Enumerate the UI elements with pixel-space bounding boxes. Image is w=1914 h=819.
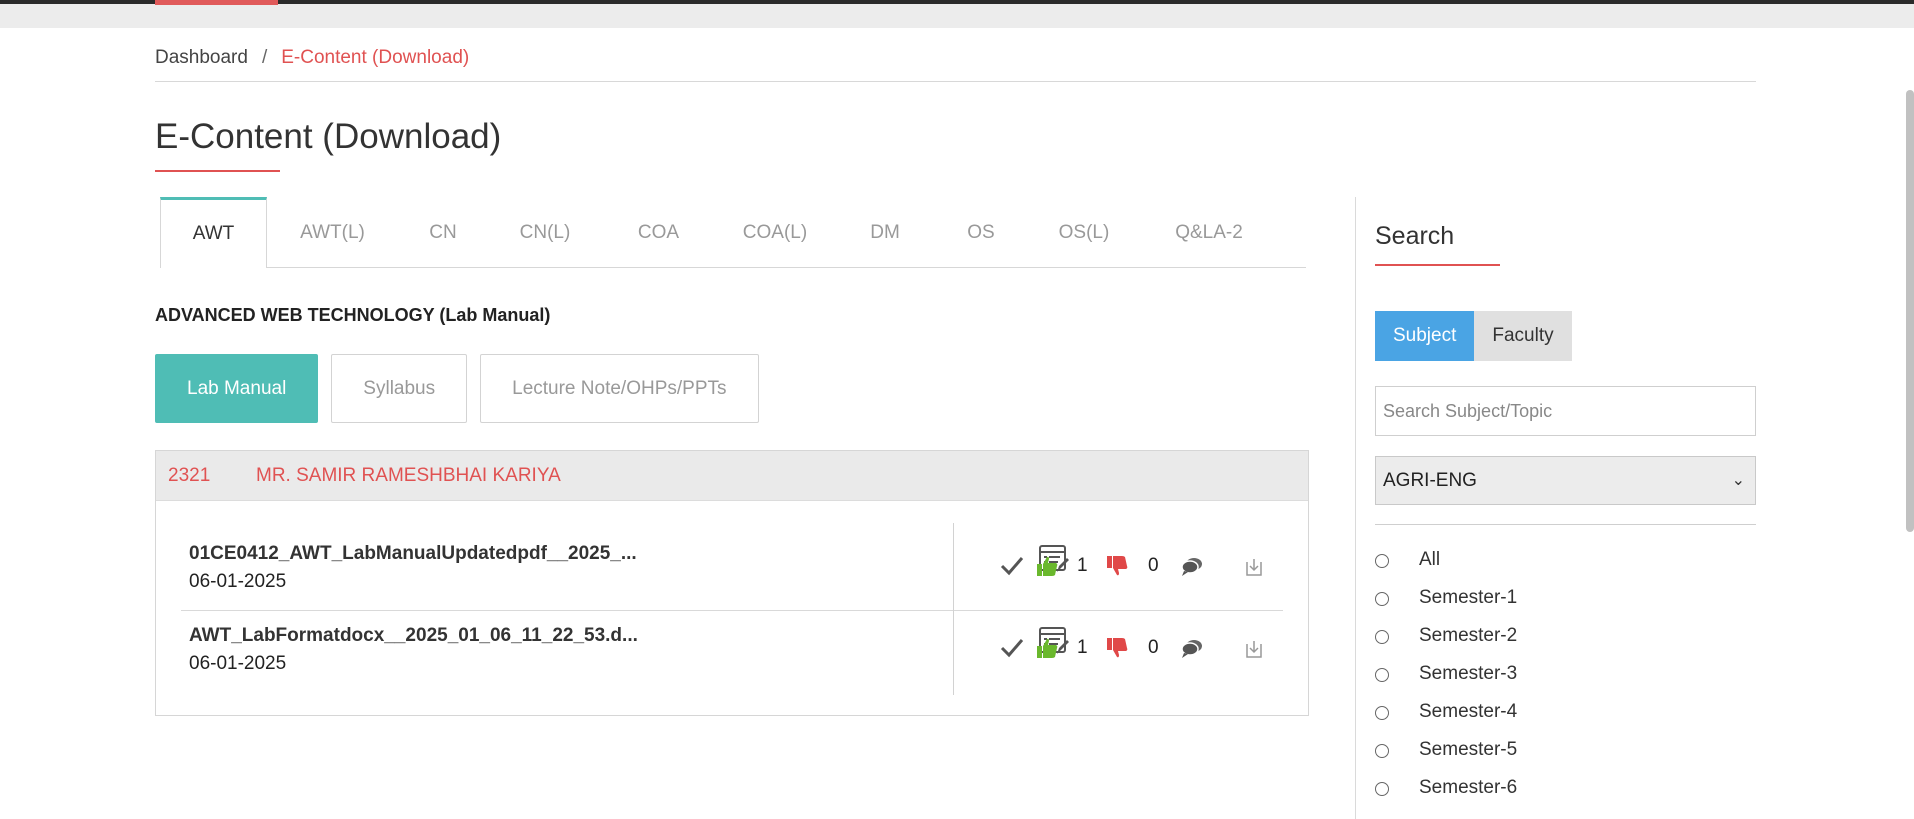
subject-heading: ADVANCED WEB TECHNOLOGY (Lab Manual) xyxy=(155,305,551,325)
faculty-header[interactable]: 2321 MR. SAMIR RAMESHBHAI KARIYA xyxy=(156,451,1308,501)
content-type-buttons: Lab Manual Syllabus Lecture Note/OHPs/PP… xyxy=(155,354,759,423)
lab-manual-button[interactable]: Lab Manual xyxy=(155,354,319,423)
chevron-down-icon: ⌄ xyxy=(1731,472,1745,489)
radio-label: Semester-4 xyxy=(1419,701,1518,722)
like-count: 1 xyxy=(1077,555,1088,576)
search-heading-underline xyxy=(1375,264,1500,266)
subject-mode-button[interactable]: Subject xyxy=(1375,311,1475,361)
file-name[interactable]: 01CE0412_AWT_LabManualUpdatedpdf__2025_.… xyxy=(189,543,637,565)
tab-os-l[interactable]: OS(L) xyxy=(1027,197,1141,267)
dislike-count: 0 xyxy=(1148,637,1159,658)
radio-button[interactable] xyxy=(1375,706,1389,720)
breadcrumb-divider xyxy=(155,81,1756,82)
breadcrumb-separator: / xyxy=(261,47,268,68)
department-selected-value: AGRI-ENG xyxy=(1383,470,1477,491)
dislike-count: 0 xyxy=(1148,555,1159,576)
tab-awt-l[interactable]: AWT(L) xyxy=(267,197,398,267)
thumbs-up-icon[interactable] xyxy=(1036,637,1058,659)
filter-divider xyxy=(1375,524,1756,525)
comment-icon[interactable] xyxy=(1181,637,1203,659)
radio-button[interactable] xyxy=(1375,554,1389,568)
radio-label: Semester-6 xyxy=(1419,777,1518,798)
thumbs-down-icon[interactable] xyxy=(1106,637,1128,659)
search-input[interactable] xyxy=(1375,386,1756,436)
radio-label: Semester-2 xyxy=(1419,625,1518,646)
thumbs-up-icon[interactable] xyxy=(1036,555,1058,577)
subject-tabs: AWT AWT(L) CN CN(L) COA COA(L) DM OS OS(… xyxy=(160,197,1306,268)
check-icon[interactable] xyxy=(1000,635,1024,659)
syllabus-button[interactable]: Syllabus xyxy=(331,354,468,423)
row-divider xyxy=(953,523,954,615)
file-date: 06-01-2025 xyxy=(189,571,287,592)
tab-qla-2[interactable]: Q&LA-2 xyxy=(1141,197,1277,267)
check-icon[interactable] xyxy=(1000,553,1024,577)
top-navbar xyxy=(0,0,1914,28)
search-mode-toggle: Subject Faculty xyxy=(1375,311,1572,361)
download-icon[interactable] xyxy=(1244,557,1264,577)
radio-label: Semester-3 xyxy=(1419,663,1518,684)
page-title: E-Content (Download) xyxy=(155,117,502,156)
download-icon[interactable] xyxy=(1244,639,1264,659)
breadcrumb: Dashboard / E-Content (Download) xyxy=(155,47,469,69)
radio-button[interactable] xyxy=(1375,782,1389,796)
department-select[interactable]: AGRI-ENG ⌄ xyxy=(1375,456,1756,505)
lecture-note-button[interactable]: Lecture Note/OHPs/PPTs xyxy=(480,354,759,423)
tab-awt[interactable]: AWT xyxy=(160,197,267,268)
radio-button[interactable] xyxy=(1375,630,1389,644)
radio-button[interactable] xyxy=(1375,744,1389,758)
radio-label: Semester-5 xyxy=(1419,739,1518,760)
title-underline xyxy=(155,170,280,172)
tab-coa-l[interactable]: COA(L) xyxy=(715,197,835,267)
comment-icon[interactable] xyxy=(1181,555,1203,577)
radio-button[interactable] xyxy=(1375,592,1389,606)
breadcrumb-current: E-Content (Download) xyxy=(281,47,470,68)
faculty-name: MR. SAMIR RAMESHBHAI KARIYA xyxy=(256,465,561,486)
radio-label: Semester-1 xyxy=(1419,587,1518,608)
file-row: AWT_LabFormatdocx__2025_01_06_11_22_53.d… xyxy=(181,609,1283,695)
thumbs-down-icon[interactable] xyxy=(1106,555,1128,577)
scrollbar-thumb[interactable] xyxy=(1906,90,1914,532)
row-divider xyxy=(953,609,954,695)
tab-cn[interactable]: CN xyxy=(398,197,488,267)
tab-coa[interactable]: COA xyxy=(602,197,715,267)
breadcrumb-dashboard-link[interactable]: Dashboard xyxy=(155,47,248,68)
faculty-mode-button[interactable]: Faculty xyxy=(1474,311,1572,361)
radio-label: All xyxy=(1419,549,1441,570)
file-row: 01CE0412_AWT_LabManualUpdatedpdf__2025_.… xyxy=(181,523,1283,615)
tab-cn-l[interactable]: CN(L) xyxy=(488,197,602,267)
file-name[interactable]: AWT_LabFormatdocx__2025_01_06_11_22_53.d… xyxy=(189,625,638,647)
search-heading: Search xyxy=(1375,222,1455,250)
faculty-content-panel: 2321 MR. SAMIR RAMESHBHAI KARIYA 01CE041… xyxy=(155,450,1309,716)
radio-button[interactable] xyxy=(1375,668,1389,682)
tab-dm[interactable]: DM xyxy=(835,197,935,267)
sidebar-divider xyxy=(1355,197,1356,819)
faculty-id: 2321 xyxy=(168,465,211,486)
active-nav-indicator xyxy=(155,0,278,5)
file-date: 06-01-2025 xyxy=(189,653,287,674)
like-count: 1 xyxy=(1077,637,1088,658)
tab-os[interactable]: OS xyxy=(935,197,1027,267)
